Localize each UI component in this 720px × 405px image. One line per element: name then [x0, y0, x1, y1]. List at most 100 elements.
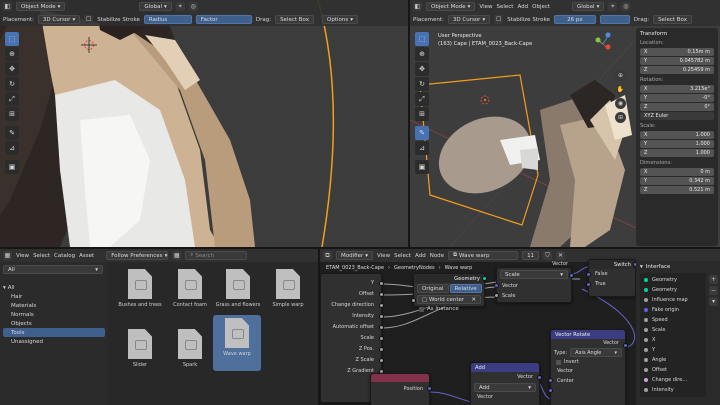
rotation-field-y[interactable]: Y -0° [640, 94, 714, 102]
menu-add[interactable]: Add [415, 253, 426, 259]
vector-rotate-vector-socket[interactable] [548, 378, 553, 383]
transform-tab[interactable]: Transform [640, 31, 714, 37]
stabilize-checkbox[interactable]: ☐ [84, 15, 94, 24]
position-output-socket[interactable] [427, 386, 432, 391]
cursor-tool-icon[interactable]: ⊕ [415, 47, 429, 61]
placement-dropdown[interactable]: 3D Cursor ▾ [37, 15, 81, 24]
annotate-tool-icon[interactable]: ✎ [5, 126, 19, 140]
editor-type-icon[interactable]: ⧉ [323, 251, 332, 260]
add-output-socket[interactable] [537, 375, 542, 380]
proportional-edit-icon[interactable]: ◎ [188, 2, 198, 11]
search-field[interactable]: ⌕ Search [185, 251, 248, 260]
output-socket[interactable] [379, 314, 384, 319]
scale-tool-icon[interactable]: ⤢ [5, 92, 19, 106]
position-node[interactable]: Position [370, 373, 432, 405]
catalog-item-hair[interactable]: Hair [3, 292, 105, 301]
output-socket[interactable] [379, 325, 384, 330]
output-socket[interactable] [379, 347, 384, 352]
transform-tool-icon[interactable]: ⊞ [5, 107, 19, 121]
placement-dropdown[interactable]: 3D Cursor ▾ [447, 15, 491, 24]
asset-item[interactable]: Slider [115, 329, 165, 368]
vector-rotate-node[interactable]: Vector Rotate Vector Type: Axis Angle ▾ I… [548, 329, 628, 405]
asset-item[interactable]: Contact foam [165, 269, 215, 308]
vector-scale-node[interactable]: Scale ▾ Vector Scale [494, 267, 574, 303]
menu-view[interactable]: View [16, 253, 29, 259]
right-viewport[interactable]: ◧ Object Mode ▾ View Select Add Object G… [410, 0, 720, 247]
editor-type-icon[interactable]: ◧ [413, 2, 422, 11]
vector-output-socket[interactable] [569, 273, 574, 278]
add-cube-tool-icon[interactable]: ▣ [5, 160, 19, 174]
interface-item[interactable]: Angle [644, 355, 702, 365]
breadcrumb-modifier[interactable]: GeometryNodes [394, 265, 435, 271]
geometry-output-socket[interactable] [482, 276, 487, 281]
scale-field-x[interactable]: X 1.000 [640, 131, 714, 139]
menu-object[interactable]: Object [532, 4, 550, 10]
move-tool-icon[interactable]: ✥ [415, 62, 429, 76]
rotate-tool-icon[interactable]: ↻ [5, 77, 19, 91]
interface-item[interactable]: Speed [644, 315, 702, 325]
output-socket[interactable] [379, 281, 384, 286]
rotation-field-x[interactable]: X 3.215e° [640, 85, 714, 93]
interface-item[interactable]: Influence map [644, 295, 702, 305]
drag-dropdown[interactable]: Select Box [275, 15, 315, 24]
strength-field[interactable]: Factor [195, 15, 252, 24]
scale-tool-icon[interactable]: ⤢ [415, 92, 429, 106]
ortho-grid-icon[interactable]: ⊞ [615, 112, 626, 123]
rotation-mode-dropdown[interactable]: XYZ Euler [640, 112, 714, 120]
pan-hand-icon[interactable]: ✋ [615, 84, 626, 95]
catalog-item-normals[interactable]: Normals [3, 310, 105, 319]
transform-tool-icon[interactable]: ⊞ [415, 107, 429, 121]
remove-item-icon[interactable]: − [709, 286, 718, 295]
menu-node[interactable]: Node [430, 253, 444, 259]
rotation-field-z[interactable]: Z 0° [640, 103, 714, 111]
menu-select[interactable]: Select [394, 253, 411, 259]
options-dropdown[interactable]: Options ▾ [322, 15, 359, 24]
node-editor[interactable]: ⧉ Modifier ▾ View Select Add Node ⧉ Wave … [320, 249, 720, 405]
location-field-z[interactable]: Z 0.25459 m [640, 66, 714, 74]
orientation-dropdown[interactable]: Global ▾ [139, 2, 172, 11]
add-cube-tool-icon[interactable]: ▣ [415, 160, 429, 174]
node-group-selector[interactable]: ⧉ Wave warp [448, 251, 519, 260]
false-input-socket[interactable] [586, 272, 591, 277]
add-operation-dropdown[interactable]: Add ▾ [474, 383, 536, 392]
breadcrumb-group[interactable]: Wave warp [445, 265, 473, 271]
asset-item[interactable]: Simple warp [263, 269, 313, 308]
fake-user-icon[interactable]: ⛉ [543, 251, 553, 260]
drag-dropdown[interactable]: Select Box [653, 15, 693, 24]
snap-icon[interactable]: ⌖ [608, 2, 618, 11]
dimensions-field-z[interactable]: Z 0.521 m [640, 186, 714, 194]
select-tool-icon[interactable]: ⬚ [5, 32, 19, 46]
mode-dropdown[interactable]: Object Mode ▾ [16, 2, 66, 11]
rotate-tool-icon[interactable]: ↻ [415, 77, 429, 91]
user-count[interactable]: 11 [522, 251, 540, 260]
grid-view-icon[interactable]: ▦ [172, 251, 182, 260]
as-instance-socket[interactable] [411, 298, 416, 303]
interface-item[interactable]: Fake origin [644, 305, 702, 315]
output-socket[interactable] [379, 336, 384, 341]
menu-asset[interactable]: Asset [79, 253, 94, 259]
true-input-socket[interactable] [586, 282, 591, 287]
interface-item[interactable]: X [644, 335, 702, 345]
location-field-y[interactable]: Y 0.045782 m [640, 57, 714, 65]
catalog-item-materials[interactable]: Materials [3, 301, 105, 310]
left-viewport[interactable]: ◧ Object Mode ▾ Global ▾ ⌖ ◎ Placement: … [0, 0, 408, 247]
menu-view[interactable]: View [479, 4, 492, 10]
cursor-tool-icon[interactable]: ⊕ [5, 47, 19, 61]
measure-tool-icon[interactable]: ⊿ [5, 141, 19, 155]
operation-dropdown[interactable]: Scale ▾ [500, 270, 568, 279]
menu-catalog[interactable]: Catalog [54, 253, 75, 259]
interface-tab[interactable]: ▾ Interface [640, 264, 716, 270]
interface-item[interactable]: Scale [644, 325, 702, 335]
move-tool-icon[interactable]: ✥ [5, 62, 19, 76]
orientation-dropdown[interactable]: Global ▾ [572, 2, 605, 11]
interface-item[interactable]: Intensity [644, 385, 702, 395]
interface-item[interactable]: Offset [644, 365, 702, 375]
chevron-down-icon[interactable]: ▾ [709, 297, 718, 306]
area-divider-vertical[interactable] [408, 0, 410, 247]
camera-icon[interactable]: ◉ [615, 98, 626, 109]
catalog-root[interactable]: ▾ All [3, 283, 105, 292]
snap-icon[interactable]: ⌖ [175, 2, 185, 11]
area-divider-bottom[interactable] [318, 249, 320, 405]
area-divider-horizontal[interactable] [0, 247, 720, 249]
scale-input-socket[interactable] [494, 293, 499, 298]
